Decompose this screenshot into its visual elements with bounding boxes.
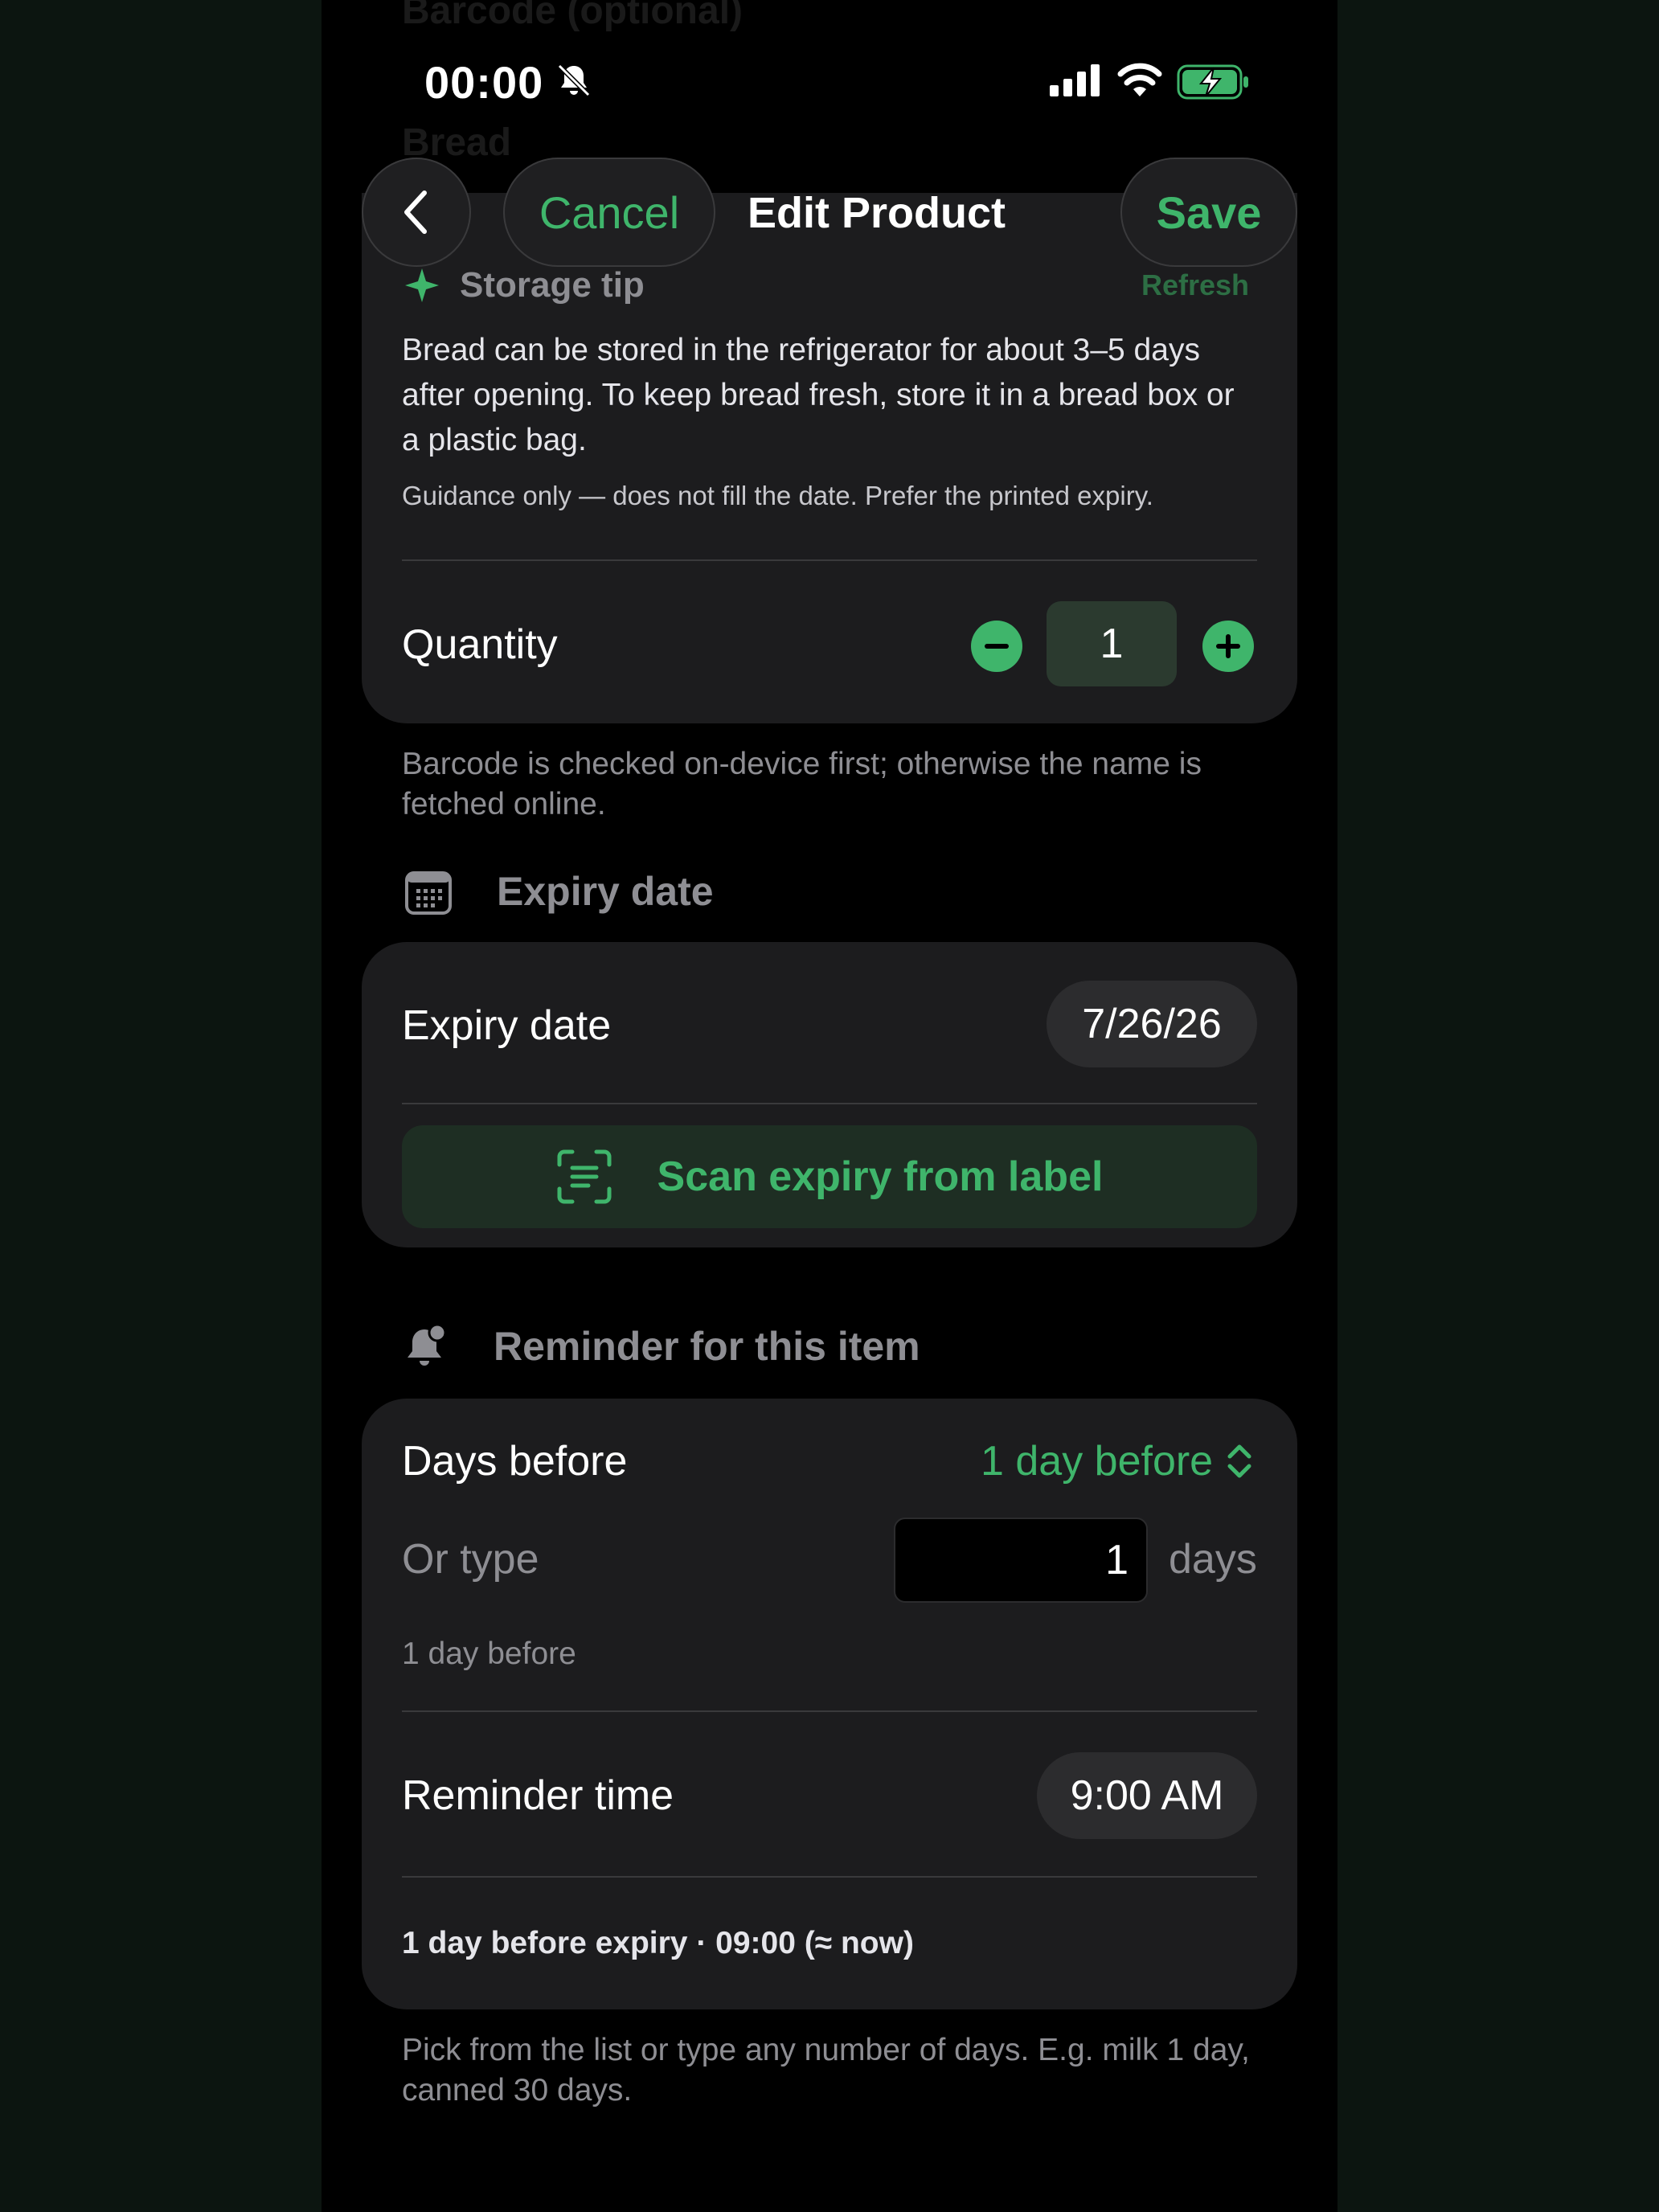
bell-badge-icon xyxy=(408,1323,447,1366)
reminder-time-picker[interactable]: 9:00 AM xyxy=(1037,1752,1257,1839)
reminder-card xyxy=(362,1399,1297,2009)
page-title: Edit Product xyxy=(748,189,1006,237)
expiry-date-picker[interactable]: 7/26/26 xyxy=(1047,981,1257,1067)
days-input[interactable]: 1 xyxy=(894,1518,1148,1603)
divider xyxy=(402,1103,1257,1104)
days-before-select[interactable]: 1 day before xyxy=(981,1437,1253,1485)
expiry-section-heading: Expiry date xyxy=(497,869,714,914)
status-time: 00:00 xyxy=(424,57,544,108)
reminder-footnote: Pick from the list or type any number of… xyxy=(402,2033,1250,2108)
chevron-up-down-icon xyxy=(1227,1444,1251,1478)
quantity-increment-button[interactable] xyxy=(1202,621,1254,672)
days-before-value: 1 day before xyxy=(981,1438,1214,1485)
navigation-bar: Cancel Edit Product Save xyxy=(322,158,1337,270)
sparkle-icon xyxy=(405,268,439,302)
quantity-label: Quantity xyxy=(402,621,558,668)
storage-tip-title: Storage tip xyxy=(460,265,645,305)
divider xyxy=(402,559,1257,561)
minus-icon xyxy=(985,644,1009,649)
phone-screen: Barcode (optional) Bread 00:00 Storage t… xyxy=(322,0,1337,2212)
wifi-icon xyxy=(1117,63,1162,96)
quantity-decrement-button[interactable] xyxy=(971,621,1022,672)
days-before-label: Days before xyxy=(402,1438,628,1485)
scan-expiry-label: Scan expiry from label xyxy=(657,1153,1104,1200)
cell-signal-icon xyxy=(1050,64,1100,96)
quantity-value[interactable]: 1 xyxy=(1047,601,1177,686)
refresh-tip-button[interactable]: Refresh xyxy=(1141,268,1249,302)
storage-tip-text: Bread can be stored in the refrigerator … xyxy=(402,333,1235,457)
scan-expiry-button[interactable]: Scan expiry from label xyxy=(402,1125,1257,1228)
reminder-summary: 1 day before expiry · 09:00 (≈ now) xyxy=(402,1926,914,1960)
back-button[interactable] xyxy=(362,158,471,267)
save-button[interactable]: Save xyxy=(1120,158,1297,267)
plus-icon xyxy=(1216,634,1240,658)
storage-tip-heading: Storage tip xyxy=(402,265,645,305)
or-type-label: Or type xyxy=(402,1536,539,1583)
divider xyxy=(402,1710,1257,1712)
cancel-button[interactable]: Cancel xyxy=(503,158,715,267)
silent-bell-icon xyxy=(557,63,591,97)
battery-charging-icon xyxy=(1177,64,1248,100)
barcode-footnote: Barcode is checked on-device first; othe… xyxy=(402,747,1202,821)
storage-tip-note: Guidance only — does not fill the date. … xyxy=(402,481,1153,510)
status-bar: 00:00 xyxy=(322,0,1337,153)
scan-text-icon xyxy=(557,1149,612,1204)
calendar-icon xyxy=(405,871,452,915)
expiry-date-label: Expiry date xyxy=(402,1002,612,1049)
days-helper-text: 1 day before xyxy=(402,1636,576,1671)
chevron-left-icon xyxy=(404,190,427,234)
days-suffix: days xyxy=(1169,1536,1257,1583)
divider xyxy=(402,1876,1257,1878)
reminder-time-label: Reminder time xyxy=(402,1772,674,1819)
reminder-section-heading: Reminder for this item xyxy=(494,1324,920,1369)
